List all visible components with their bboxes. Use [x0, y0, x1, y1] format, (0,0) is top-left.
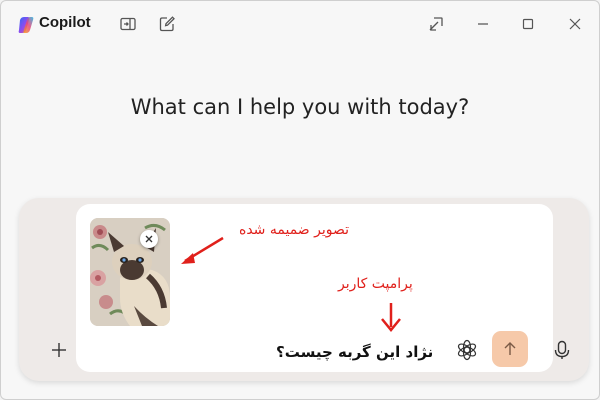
plus-icon[interactable] [48, 339, 70, 361]
minimize-icon[interactable] [474, 15, 492, 33]
attachment-arrow [181, 236, 224, 264]
prompt-box[interactable]: تصویر ضمیمه شده پرامپت کاربر نژاد این گر… [76, 204, 553, 372]
app-title: Copilot [39, 14, 91, 31]
maximize-icon[interactable] [519, 15, 537, 33]
cat-photo-thumbnail[interactable] [90, 218, 170, 326]
pin-to-corner-icon[interactable] [427, 15, 445, 33]
copilot-window: Copilot What can I help you with today? … [0, 0, 600, 400]
remove-attachment-button[interactable] [140, 230, 158, 248]
close-icon[interactable] [566, 15, 584, 33]
greeting-heading: What can I help you with today? [130, 95, 470, 119]
composer: تصویر ضمیمه شده پرامپت کاربر نژاد این گر… [19, 198, 589, 381]
prompt-arrow [381, 303, 401, 332]
openai-icon[interactable] [454, 337, 480, 363]
prompt-annotation: پرامپت کاربر [338, 276, 413, 292]
arrow-up-icon [504, 342, 516, 355]
microphone-icon[interactable] [550, 338, 574, 362]
prompt-input[interactable]: نژاد این گربه چیست؟ [276, 343, 433, 361]
side-panel-icon[interactable] [119, 15, 137, 33]
new-chat-icon[interactable] [158, 15, 176, 33]
copilot-logo-icon [17, 16, 35, 34]
attachment-annotation: تصویر ضمیمه شده [239, 222, 350, 238]
title-bar: Copilot [1, 1, 599, 47]
send-button[interactable] [492, 331, 528, 367]
